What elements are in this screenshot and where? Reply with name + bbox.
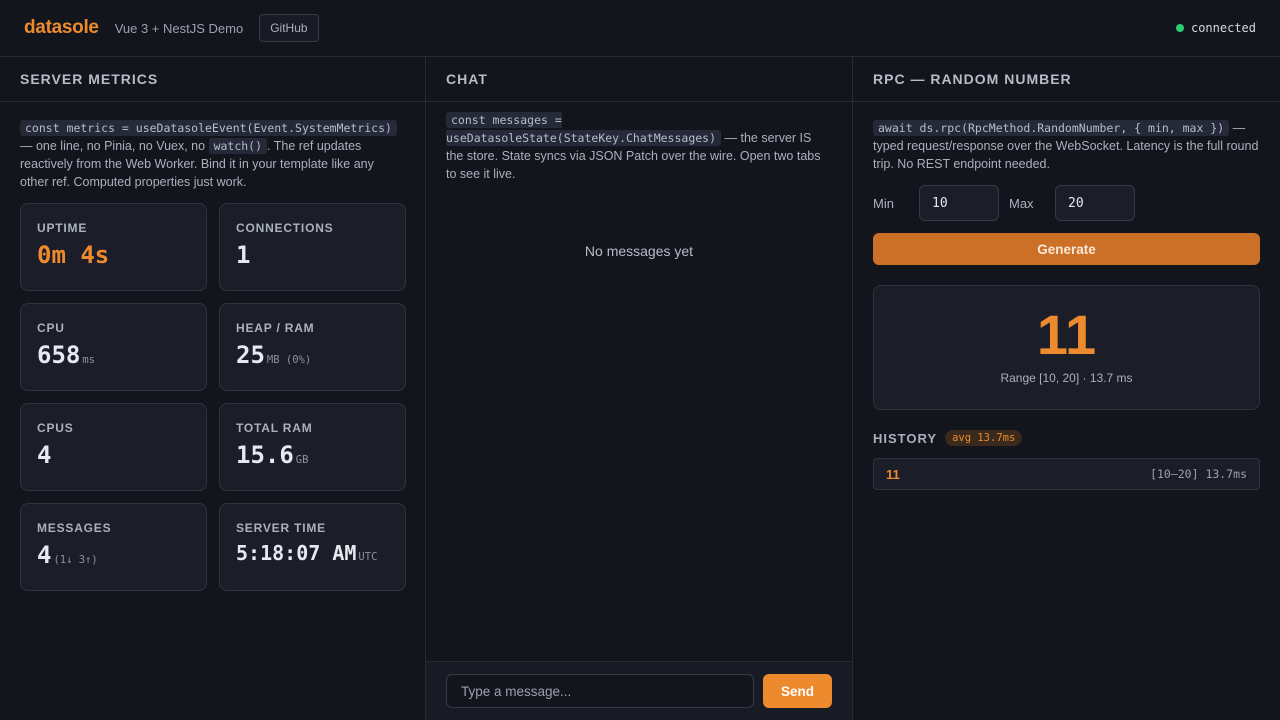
metric-value-text: 25 (236, 341, 265, 369)
chat-input-bar: Send (426, 661, 852, 720)
history-item-value: 11 (886, 466, 900, 482)
metrics-code-watch: watch() (208, 138, 268, 154)
metric-card-cpu: CPU 658 ms (20, 303, 207, 391)
rpc-description: await ds.rpc(RpcMethod.RandomNumber, { m… (853, 102, 1280, 173)
connection-status: connected (1175, 21, 1256, 35)
history-header: HISTORY avg 13.7ms (853, 410, 1280, 446)
chat-code: const messages = useDatasoleState(StateK… (446, 112, 722, 146)
metric-value: 658 ms (37, 341, 190, 369)
max-label: Max (1009, 195, 1034, 211)
metric-value: 0m 4s (37, 241, 190, 269)
min-label: Min (873, 195, 894, 211)
metric-label: MESSAGES (37, 521, 112, 535)
max-input[interactable] (1055, 185, 1135, 221)
rpc-title: RPC — RANDOM NUMBER (853, 57, 1280, 102)
brand-logo[interactable]: datasole (24, 17, 99, 39)
server-metrics-panel: SERVER METRICS const metrics = useDataso… (0, 57, 426, 720)
metric-value-text: 658 (37, 341, 81, 369)
chat-description: const messages = useDatasoleState(StateK… (426, 102, 852, 183)
metric-card-messages: MESSAGES 4 (1↓ 3↑) (20, 503, 207, 591)
metric-label: TOTAL RAM (236, 421, 313, 435)
metric-card-cpus: CPUS 4 (20, 403, 207, 491)
send-button[interactable]: Send (763, 674, 832, 708)
rpc-result-box: 11 Range [10, 20] · 13.7 ms (873, 285, 1260, 410)
chat-empty-state: No messages yet (584, 243, 694, 259)
min-input[interactable] (919, 185, 999, 221)
history-title: HISTORY (873, 430, 938, 446)
history-item: 11 [10–20] 13.7ms (873, 458, 1260, 490)
metric-value: 4 (37, 441, 190, 469)
metric-label: SERVER TIME (236, 521, 326, 535)
metric-card-total-ram: TOTAL RAM 15.6 GB (219, 403, 406, 491)
metric-unit: ms (82, 354, 96, 366)
generate-button[interactable]: Generate (873, 233, 1260, 265)
chat-title: CHAT (426, 57, 852, 102)
app-header: datasole Vue 3 + NestJS Demo GitHub conn… (0, 0, 1280, 57)
history-avg-badge: avg 13.7ms (945, 430, 1023, 446)
metric-label: CONNECTIONS (236, 221, 334, 235)
metric-unit: (1↓ 3↑) (53, 554, 98, 566)
metric-card-server-time: SERVER TIME 5:18:07 AM UTC (219, 503, 406, 591)
metric-label: HEAP / RAM (236, 321, 315, 335)
history-item-meta: [10–20] 13.7ms (1150, 467, 1247, 481)
rpc-result-meta: Range [10, 20] · 13.7 ms (1000, 371, 1133, 385)
metrics-title: SERVER METRICS (0, 57, 425, 102)
metrics-description: const metrics = useDatasoleEvent(Event.S… (0, 102, 425, 191)
github-link[interactable]: GitHub (259, 14, 319, 42)
rpc-result-value: 11 (1036, 303, 1097, 366)
metric-value-text: 5:18:07 AM (236, 541, 357, 565)
metric-unit: MB (0%) (266, 354, 312, 366)
metric-card-heap-ram: HEAP / RAM 25 MB (0%) (219, 303, 406, 391)
header-subtitle: Vue 3 + NestJS Demo (114, 20, 244, 36)
metric-value: 5:18:07 AM UTC (236, 541, 389, 565)
metric-label: UPTIME (37, 221, 88, 235)
metric-unit: GB (295, 454, 309, 466)
status-dot-icon (1175, 24, 1184, 32)
metric-value: 15.6 GB (236, 441, 389, 469)
metric-value-text: 0m 4s (37, 241, 110, 269)
metric-label: CPU (37, 321, 65, 335)
metric-value: 1 (236, 241, 389, 269)
metrics-code: const metrics = useDatasoleEvent(Event.S… (20, 120, 397, 136)
metric-value: 4 (1↓ 3↑) (37, 541, 190, 569)
metric-value-text: 4 (37, 441, 52, 469)
chat-panel: CHAT const messages = useDatasoleState(S… (426, 57, 853, 720)
metric-card-uptime: UPTIME 0m 4s (20, 203, 207, 291)
status-text: connected (1190, 21, 1256, 35)
metric-value-text: 4 (37, 541, 52, 569)
chat-message-input[interactable] (446, 674, 754, 708)
metric-label: CPUS (37, 421, 74, 435)
rpc-code: await ds.rpc(RpcMethod.RandomNumber, { m… (873, 120, 1230, 136)
rpc-range-row: Min Max (853, 173, 1280, 221)
rpc-panel: RPC — RANDOM NUMBER await ds.rpc(RpcMeth… (853, 57, 1280, 720)
metric-unit: UTC (358, 551, 378, 563)
metrics-desc-text1: — one line, no Pinia, no Vuex, no (20, 139, 209, 153)
metric-value-text: 15.6 (236, 441, 294, 469)
metric-value: 25 MB (0%) (236, 341, 389, 369)
metric-value-text: 1 (236, 241, 251, 269)
metrics-cards: UPTIME 0m 4s CONNECTIONS 1 CPU 658 ms HEA… (0, 191, 425, 591)
metric-card-connections: CONNECTIONS 1 (219, 203, 406, 291)
